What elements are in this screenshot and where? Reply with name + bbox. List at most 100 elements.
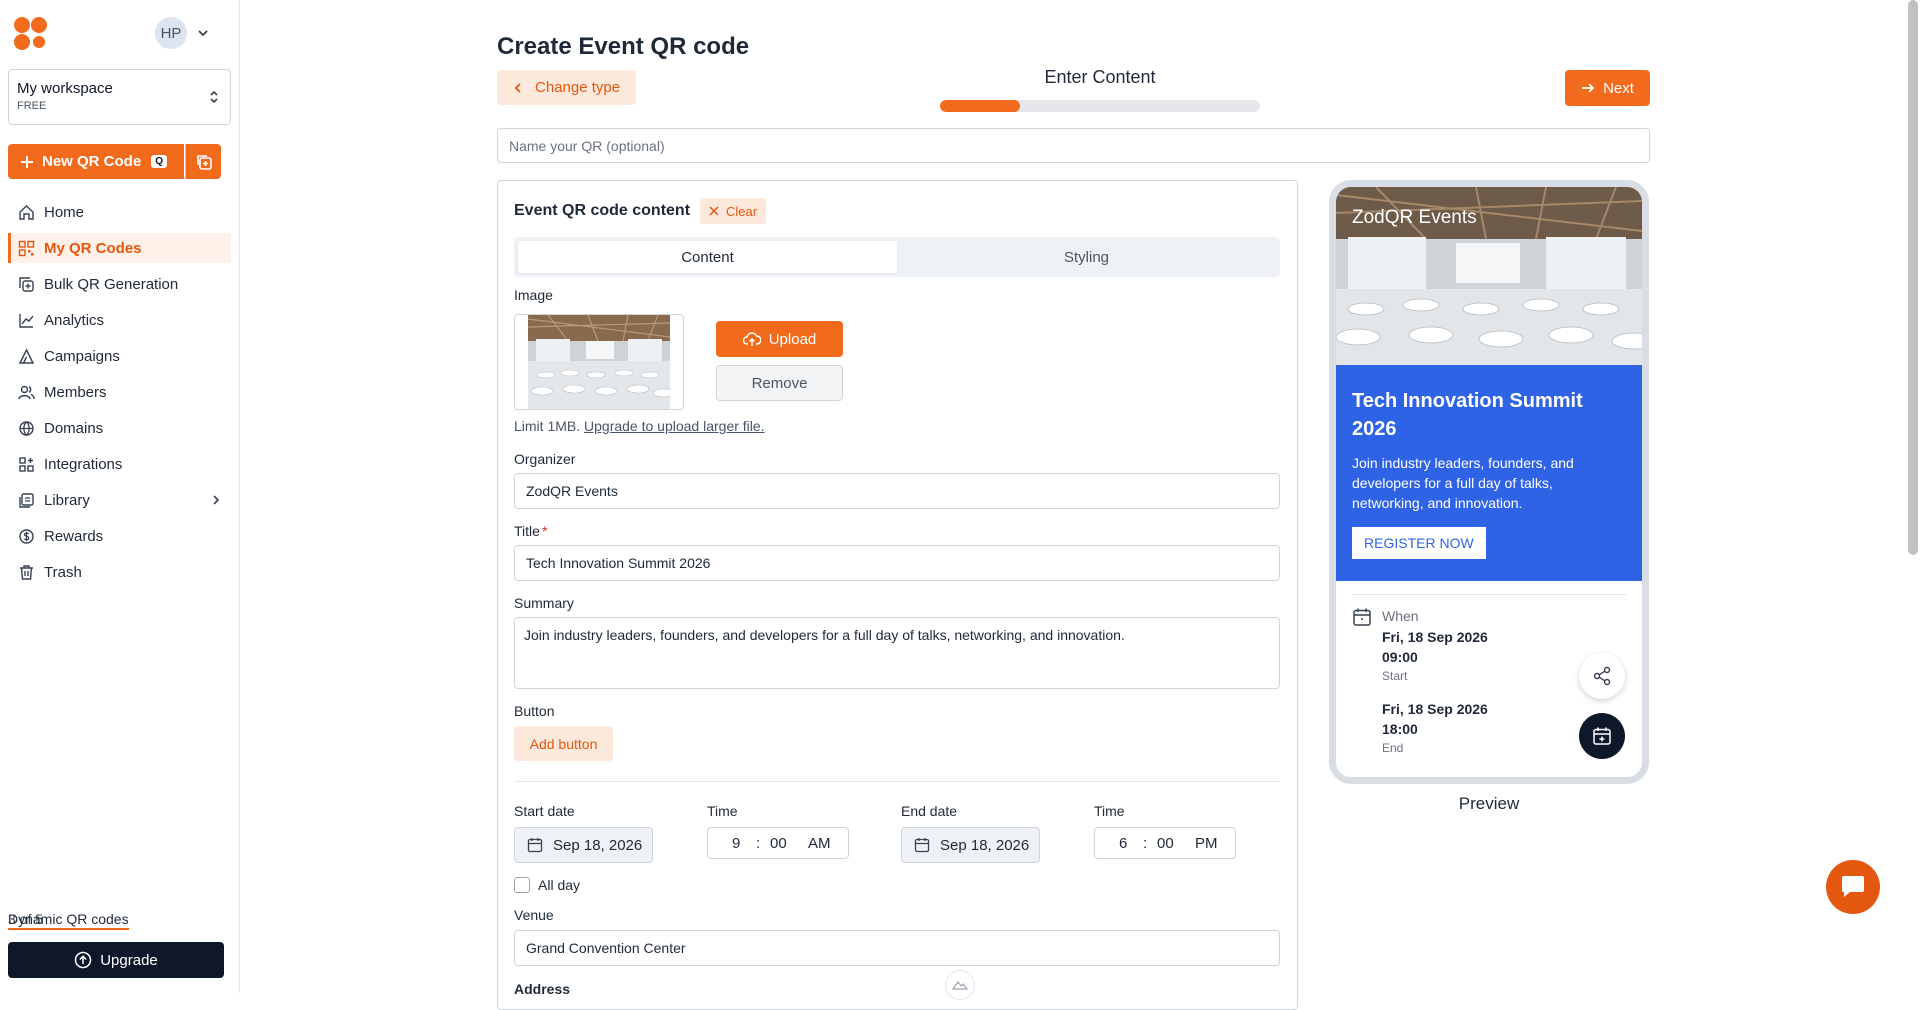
change-type-button[interactable]: Change type [497,70,636,105]
sidebar-item-label: Trash [44,563,82,581]
preview-brand: ZodQR Events [1352,207,1477,228]
copy-plus-icon [195,153,213,171]
preview-title: Tech Innovation Summit 2026 [1352,390,1583,440]
trash-icon [18,564,35,581]
mountain-icon [952,980,968,990]
home-icon [18,204,35,221]
end-date-label: End date [901,803,958,819]
duplicate-qr-button[interactable] [185,144,221,179]
sidebar-item-label: Analytics [44,311,105,329]
organizer-field[interactable]: ZodQR Events [514,473,1280,509]
start-hour[interactable]: 9 [732,835,740,852]
venue-label: Venue [514,907,554,923]
upgrade-upload-link[interactable]: Upgrade to upload larger file. [584,418,765,434]
usage-meter: Dynamic QR codes 3 of 5 [8,911,224,930]
calendar-icon [1352,607,1372,627]
sidebar-item-rewards[interactable]: Rewards [8,521,231,551]
image-label: Image [514,287,553,303]
preview-hero-panel: Tech Innovation Summit 2026 Join industr… [1336,365,1642,581]
close-icon [709,206,719,216]
add-button-button[interactable]: Add button [514,726,613,761]
remove-image-button[interactable]: Remove [716,365,843,401]
calendar-icon [527,837,543,853]
new-qr-group: New QR Code Q [8,144,221,179]
address-label: Address [514,981,571,997]
clear-button[interactable]: Clear [700,198,767,224]
title-label: Title * [514,523,547,539]
preview-end-time: 18:00 [1382,721,1418,737]
usage-label: Dynamic QR codes [8,911,129,930]
event-content-card: Event QR code content Clear Content Styl… [497,180,1298,1010]
sidebar-item-analytics[interactable]: Analytics [8,305,231,335]
avatar[interactable]: HP [155,17,187,49]
chat-launcher-button[interactable] [1826,860,1880,914]
start-date-label: Start date [514,803,575,819]
end-time-input[interactable]: 6 : 00 PM [1094,827,1236,859]
next-button[interactable]: Next [1565,70,1650,106]
all-day-label: All day [538,877,581,893]
start-date-picker[interactable]: Sep 18, 2026 [514,827,653,863]
new-qr-label: New QR Code [42,153,142,170]
preview-end-label: End [1382,741,1404,755]
organizer-label: Organizer [514,451,576,467]
arrow-right-icon [1581,81,1595,95]
start-ampm[interactable]: AM [808,835,831,852]
preview-register-button[interactable]: REGISTER NOW [1352,527,1486,559]
sidebar-item-bulk-qr-generation[interactable]: Bulk QR Generation [8,269,231,299]
app-logo[interactable] [14,17,48,51]
sidebar-item-label: My QR Codes [44,239,142,257]
qr-name-input[interactable] [497,128,1650,163]
end-date-picker[interactable]: Sep 18, 2026 [901,827,1040,863]
sidebar-item-label: Integrations [44,455,123,473]
image-dropzone[interactable] [514,314,684,410]
qr-grid-icon [18,240,35,257]
bulk-copy-icon [18,276,35,293]
venue-field[interactable]: Grand Convention Center [514,930,1280,966]
tab-styling[interactable]: Styling [897,241,1276,273]
end-minute[interactable]: 00 [1157,835,1174,852]
sidebar-item-trash[interactable]: Trash [8,557,231,587]
event-image-thumbnail [528,315,670,409]
new-qr-button[interactable]: New QR Code Q [8,144,184,179]
workspace-switcher[interactable]: My workspace FREE [8,69,231,125]
add-to-calendar-button[interactable] [1579,713,1625,759]
section-divider [514,781,1280,782]
sidebar-item-home[interactable]: Home [8,197,231,227]
sidebar-item-integrations[interactable]: Integrations [8,449,231,479]
sidebar-nav: Home My QR Codes Bulk QR Generation Anal… [8,197,231,593]
sidebar-item-label: Campaigns [44,347,120,365]
sidebar-item-library[interactable]: Library [8,485,231,515]
limit-text: Limit 1MB. [514,418,581,434]
share-button[interactable] [1579,653,1625,699]
progress-fill [940,100,1020,112]
account-menu[interactable]: HP [155,17,209,49]
preview-start-date: Fri, 18 Sep 2026 [1382,629,1488,645]
members-icon [18,384,35,401]
title-field[interactable]: Tech Innovation Summit 2026 [514,545,1280,581]
sidebar-item-members[interactable]: Members [8,377,231,407]
preview-start-time: 09:00 [1382,649,1418,665]
start-time-input[interactable]: 9 : 00 AM [707,827,849,859]
calendar-plus-icon [1592,726,1612,746]
preview-hero-image: ZodQR Events [1336,187,1642,365]
page-scrollbar[interactable] [1908,0,1918,555]
start-minute[interactable]: 00 [770,835,787,852]
sidebar-item-my-qr-codes[interactable]: My QR Codes [8,233,231,263]
end-ampm[interactable]: PM [1195,835,1218,852]
floating-toolbar-toggle[interactable] [945,970,975,1000]
upload-button[interactable]: Upload [716,321,843,357]
end-hour[interactable]: 6 [1119,835,1127,852]
phone-preview: ZodQR Events Tech Innovation Summit 2026… [1329,180,1649,784]
end-date-value: Sep 18, 2026 [940,836,1030,854]
integrations-icon [18,456,35,473]
arrow-up-circle-icon [74,951,92,969]
upgrade-button[interactable]: Upgrade [8,942,224,978]
sidebar-item-domains[interactable]: Domains [8,413,231,443]
tab-content[interactable]: Content [518,241,897,273]
sidebar-item-campaigns[interactable]: Campaigns [8,341,231,371]
title-label-text: Title [514,523,540,539]
all-day-checkbox[interactable] [514,877,530,893]
change-type-label: Change type [535,79,621,96]
preview-end-date: Fri, 18 Sep 2026 [1382,701,1488,717]
summary-textarea[interactable]: Join industry leaders, founders, and dev… [514,617,1280,689]
